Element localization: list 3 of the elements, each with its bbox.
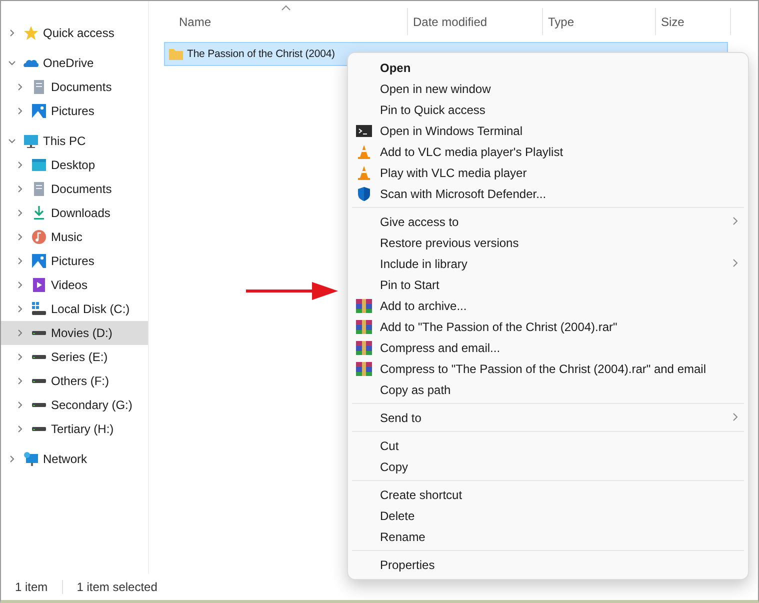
item-count: 1 item [15,580,48,594]
file-name: The Passion of the Christ (2004) [187,48,335,60]
selection-count: 1 item selected [76,580,158,594]
